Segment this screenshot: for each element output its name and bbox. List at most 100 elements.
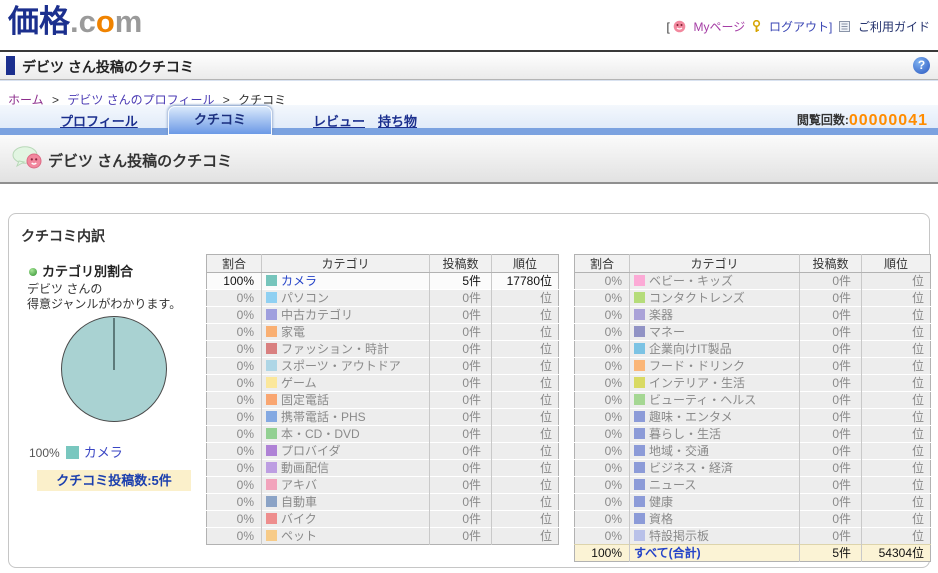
count-cell: 0件 [799, 323, 862, 341]
count-cell: 0件 [429, 357, 492, 375]
category-label: 企業向けIT製品 [649, 342, 732, 356]
category-row: 0% 特設掲示板 0件位 [574, 527, 931, 545]
count-cell: 0件 [429, 442, 492, 460]
tab-profile[interactable]: プロフィール [60, 111, 138, 130]
count-cell: 0件 [799, 493, 862, 511]
view-count-value: 00000041 [848, 112, 928, 129]
col-header-category: カテゴリ [629, 254, 800, 273]
top-header: 価格.com [ Myページ ログアウト] ご利用ガイド [0, 0, 938, 48]
count-cell: 0件 [429, 340, 492, 358]
category-row: 0% 家電 0件位 [206, 323, 559, 341]
rank-cell: 位 [491, 289, 559, 307]
rank-cell: 位 [861, 289, 931, 307]
rank-cell: 位 [491, 408, 559, 426]
tab-review[interactable]: レビュー [313, 111, 365, 130]
count-cell: 5件 [799, 544, 862, 562]
percent-cell: 0% [574, 459, 630, 477]
guide-link[interactable]: ご利用ガイド [858, 20, 930, 34]
rank-cell: 位 [861, 425, 931, 443]
category-color-swatch [266, 377, 277, 388]
percent-cell: 0% [574, 476, 630, 494]
count-cell: 0件 [799, 340, 862, 358]
category-label: 自動車 [281, 495, 318, 509]
category-color-swatch [266, 462, 277, 473]
category-row: 0% マネー 0件位 [574, 323, 931, 341]
col-header-count: 投稿数 [799, 254, 862, 273]
col-header-percent: 割合 [574, 254, 630, 273]
rank-cell: 位 [491, 476, 559, 494]
percent-cell: 0% [206, 408, 262, 426]
rank-cell: 位 [861, 374, 931, 392]
category-label: 趣味・エンタメ [649, 410, 733, 424]
category-cell: 暮らし・生活 [629, 425, 800, 443]
category-color-swatch [266, 496, 277, 507]
percent-cell: 0% [206, 391, 262, 409]
rank-cell: 位 [861, 476, 931, 494]
category-cell: フード・ドリンク [629, 357, 800, 375]
category-label: アキバ [281, 478, 318, 492]
category-cell: 楽器 [629, 306, 800, 324]
category-cell: ビジネス・経済 [629, 459, 800, 477]
category-row: 0% ニュース 0件位 [574, 476, 931, 494]
category-link[interactable]: すべて(合計) [634, 546, 701, 560]
category-row: 0% スポーツ・アウトドア 0件位 [206, 357, 559, 375]
mypage-link[interactable]: Myページ [694, 20, 746, 34]
percent-cell: 0% [206, 289, 262, 307]
tab-kuchikomi-active[interactable]: クチコミ [168, 106, 272, 135]
category-row: 0% フード・ドリンク 0件位 [574, 357, 931, 375]
category-cell: 資格 [629, 510, 800, 528]
count-cell: 0件 [429, 306, 492, 324]
category-color-swatch [266, 428, 277, 439]
category-color-swatch [266, 513, 277, 524]
category-label: プロバイダ [281, 444, 341, 458]
category-link[interactable]: カメラ [281, 274, 317, 288]
category-table-right: 割合 カテゴリ 投稿数 順位 0% ベビー・キッズ 0件位 0% コンタクトレンズ 0件位… [574, 254, 931, 562]
col-header-rank: 順位 [861, 254, 931, 273]
tab-belongings[interactable]: 持ち物 [378, 111, 417, 130]
category-color-swatch [634, 530, 645, 541]
category-row: 0% パソコン 0件位 [206, 289, 559, 307]
percent-cell: 0% [574, 391, 630, 409]
category-color-swatch [634, 309, 645, 320]
key-icon [751, 19, 762, 36]
category-color-swatch [266, 411, 277, 422]
percent-cell: 0% [206, 306, 262, 324]
chart-description-line1: デビツ さんの [27, 282, 103, 296]
percent-cell: 0% [574, 510, 630, 528]
category-label: ペット [281, 529, 318, 543]
help-icon[interactable]: ? [913, 57, 930, 74]
category-label: コンタクトレンズ [649, 291, 745, 305]
category-label: 地域・交通 [649, 444, 710, 458]
view-count-label: 閲覧回数: [796, 113, 849, 127]
category-label: ベビー・キッズ [649, 274, 734, 288]
page-title: デビツ さん投稿のクチコミ [22, 59, 194, 75]
category-cell: 本・CD・DVD [261, 425, 430, 443]
percent-cell: 0% [574, 357, 630, 375]
rank-cell: 位 [861, 459, 931, 477]
category-cell: 家電 [261, 323, 430, 341]
category-label: 楽器 [649, 308, 674, 322]
category-row: 0% ビューティ・ヘルス 0件位 [574, 391, 931, 409]
category-label: ニュース [649, 478, 697, 492]
percent-cell: 0% [574, 425, 630, 443]
count-cell: 0件 [799, 357, 862, 375]
category-cell: ファッション・時計 [261, 340, 430, 358]
category-color-swatch [266, 275, 277, 286]
category-row: 0% 中古カテゴリ 0件位 [206, 306, 559, 324]
category-cell: 携帯電話・PHS [261, 408, 430, 426]
chart-title: カテゴリ別割合 [29, 261, 133, 280]
legend-category-link[interactable]: カメラ [84, 445, 123, 460]
category-color-swatch [634, 479, 645, 490]
kuchikomi-bubble-icon [12, 146, 46, 175]
col-header-rank: 順位 [491, 254, 559, 273]
rank-cell: 位 [861, 357, 931, 375]
category-color-swatch [266, 394, 277, 405]
kakaku-logo[interactable]: 価格.com [8, 4, 142, 40]
breadcrumb: ホーム > デビツ さんのプロフィール > クチコミ [0, 80, 938, 107]
category-cell: カメラ [261, 272, 430, 290]
count-cell: 0件 [799, 510, 862, 528]
count-cell: 0件 [429, 391, 492, 409]
logout-link[interactable]: ログアウト] [769, 20, 832, 34]
category-color-swatch [634, 462, 645, 473]
category-cell: 固定電話 [261, 391, 430, 409]
